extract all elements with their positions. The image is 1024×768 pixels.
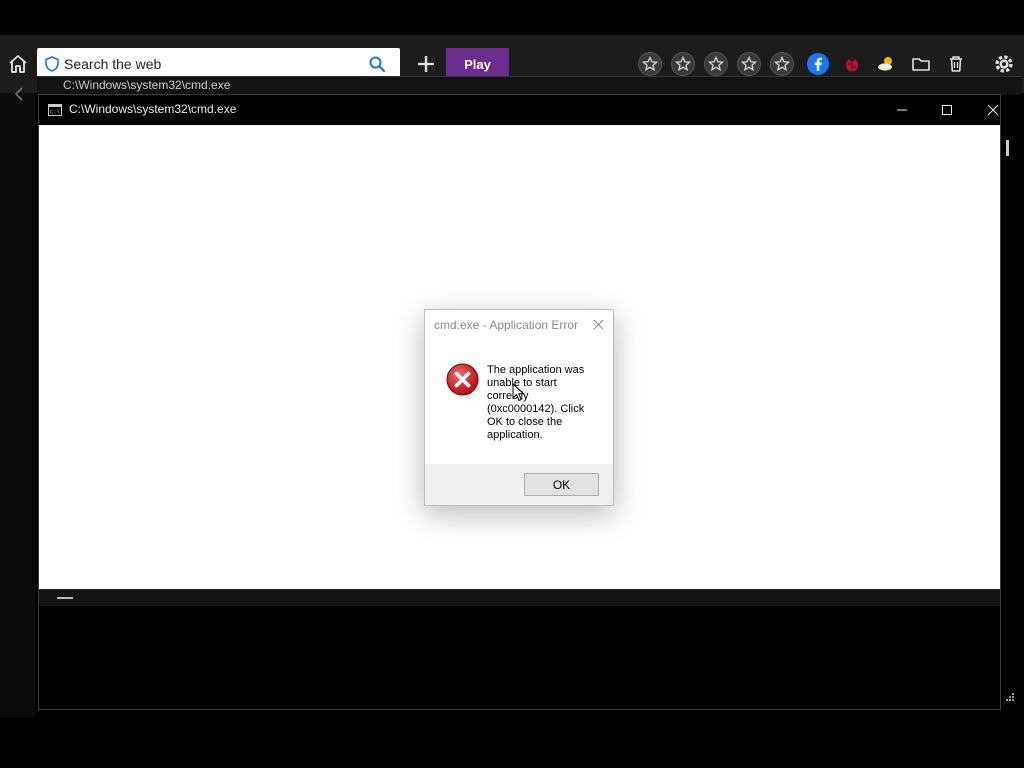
background-window-edge [0,93,35,718]
background-window-title: C:\Windows\system32\cmd.exe [63,78,231,92]
star-icon[interactable] [737,52,761,76]
horizontal-scrollbar[interactable] [39,589,1000,606]
back-arrow-icon[interactable] [10,86,30,102]
cmd-titlebar[interactable]: C:\ C:\Windows\system32\cmd.exe [39,95,1000,125]
svg-text:C:\: C:\ [50,109,60,116]
scrollbar-thumb[interactable] [57,597,73,599]
error-icon [446,363,479,396]
folder-icon[interactable] [909,52,933,76]
cmd-icon: C:\ [48,103,62,116]
dialog-message: The application was unable to start corr… [487,364,585,441]
weather-icon[interactable] [874,52,898,76]
dialog-titlebar[interactable]: cmd.exe - Application Error [425,310,613,340]
vertical-scrollbar-thumb[interactable] [1006,140,1009,156]
close-button[interactable] [970,95,1016,125]
maximize-button[interactable] [924,95,970,125]
search-icon[interactable] [368,55,386,73]
star-icon[interactable] [638,52,662,76]
facebook-icon[interactable] [806,52,830,76]
ladybug-icon[interactable] [840,52,864,76]
error-dialog: cmd.exe - Application Error The applicat… [424,309,614,506]
star-icon[interactable] [770,52,794,76]
gear-icon[interactable] [992,52,1016,76]
trash-icon[interactable] [944,52,968,76]
shield-icon [44,56,60,72]
home-icon[interactable] [6,52,30,76]
resize-grip-icon[interactable] [1003,691,1015,703]
dialog-title: cmd.exe - Application Error [434,318,579,332]
background-cmd-window: C:\Windows\system32\cmd.exe [37,76,1022,95]
star-icon[interactable] [704,52,728,76]
cmd-window-title: C:\Windows\system32\cmd.exe [69,102,237,116]
mouse-cursor-icon [512,382,526,403]
ok-button[interactable]: OK [524,473,599,496]
minimize-button[interactable] [879,95,925,125]
search-placeholder: Search the web [64,56,162,72]
close-icon[interactable] [589,314,609,334]
star-icon[interactable] [671,52,695,76]
